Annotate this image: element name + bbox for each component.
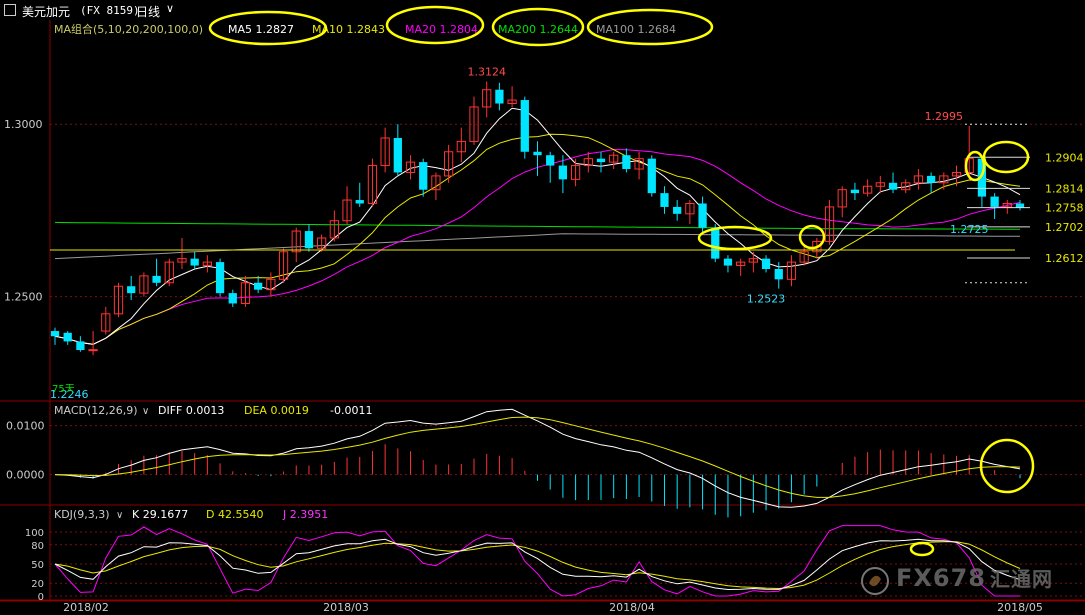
candle-body-down — [660, 193, 669, 207]
macd-dea-value: DEA 0.0019 — [244, 404, 309, 417]
candle-body-down — [926, 175, 936, 183]
macd-chevron-down-icon: ∨ — [142, 406, 149, 417]
macd-tick-label: 0.0100 — [6, 420, 45, 433]
candle-body-down — [990, 196, 999, 207]
kdj-tick-label: 100 — [25, 528, 44, 539]
kdj-tick-label: 80 — [31, 541, 44, 552]
candle-body-down — [419, 162, 428, 190]
candle-body-down — [63, 332, 72, 342]
recent-low-label: 1.2725 — [950, 223, 989, 236]
macd-dea-line — [54, 416, 1021, 498]
candle-body-down — [596, 158, 606, 163]
watermark-logo-icon — [861, 567, 889, 595]
candle-body-down — [1015, 203, 1025, 208]
candle-body-down — [673, 206, 682, 214]
candle-body-down — [152, 275, 161, 283]
ma100-line — [54, 233, 1021, 260]
candle-body-down — [190, 258, 199, 266]
ma-legend-item: MA20 1.2804 — [405, 23, 478, 36]
ma-legend-item: MA200 1.2644 — [498, 23, 578, 36]
candle-body-up — [88, 349, 98, 352]
chart-stage[interactable]: 美元加元 (FX 8159) 日线 ∨ 1.3000 1.2500 1.2904 1.… — [0, 0, 1085, 615]
kdj-tick-label: 50 — [31, 560, 44, 571]
candle-body-down — [558, 165, 568, 180]
ma-legend-item: MA100 1.2684 — [596, 23, 676, 36]
kdj-k-value: K 29.1677 — [132, 508, 188, 521]
level-label: 1.2702 — [1045, 221, 1084, 234]
candle-body-down — [711, 227, 720, 259]
ma-legend-item: MA5 1.2827 — [228, 23, 294, 36]
candle-body-down — [774, 268, 783, 280]
level-label: 1.2612 — [1045, 252, 1084, 265]
candle-body-down — [520, 100, 529, 152]
kdj-label: KDJ(9,3,3) — [54, 508, 110, 521]
kdj-tick-label: 0 — [38, 592, 44, 603]
candle-body-down — [76, 341, 85, 351]
candle-body-down — [50, 331, 60, 337]
candle-body-down — [647, 158, 656, 194]
kdj-j-value: J 2.3951 — [282, 508, 328, 521]
x-date-label: 2018/04 — [609, 601, 655, 614]
kdj-d-value: D 42.5540 — [206, 508, 263, 521]
ma20-line — [54, 148, 1021, 345]
x-date-label: 2018/03 — [323, 601, 369, 614]
peak-price-label: 1.2995 — [925, 110, 964, 123]
low-price-label: 1.2523 — [747, 293, 786, 306]
candle-body-down — [215, 262, 225, 294]
candle-body-down — [888, 182, 898, 190]
level-label: 1.2904 — [1045, 151, 1084, 164]
kdj-tick-label: 20 — [31, 579, 44, 590]
candle-body-down — [850, 189, 860, 194]
macd-diff-value: DIFF 0.0013 — [158, 404, 224, 417]
price-tick-label: 1.2500 — [4, 291, 43, 304]
annotation-ellipse — [798, 224, 826, 250]
candle-body-down — [546, 155, 555, 166]
candle-body-down — [254, 282, 263, 290]
candle-body-down — [304, 231, 314, 249]
candle-body-down — [533, 151, 542, 156]
level-label: 1.2758 — [1045, 202, 1084, 215]
kdj-chevron-down-icon: ∨ — [116, 510, 123, 521]
ma-legend-label: MA组合(5,10,20,200,100,0) — [54, 22, 203, 36]
days-label: 75天 — [52, 384, 75, 395]
candle-body-down — [355, 200, 364, 204]
high-price-label: 1.3124 — [467, 65, 506, 78]
candlestick-chart[interactable]: 1.3000 1.2500 1.2904 1.2814 1.2758 1.2702 1.26… — [0, 0, 1085, 615]
candle-body-down — [228, 293, 237, 304]
macd-tick-label: 0.0000 — [6, 469, 45, 482]
x-date-label: 2018/02 — [63, 601, 109, 614]
annotation-ellipse — [979, 438, 1035, 494]
x-date-label: 2018/05 — [997, 601, 1043, 614]
candle-body-down — [495, 89, 504, 104]
candle-body-down — [723, 258, 733, 266]
candle-body-down — [761, 258, 771, 269]
macd-label: MACD(12,26,9) — [54, 404, 138, 417]
candle-body-down — [127, 286, 136, 294]
price-tick-label: 1.3000 — [4, 118, 43, 131]
macd-hist-value: -0.0011 — [330, 404, 372, 417]
candle-body-down — [622, 155, 631, 170]
candle-body-down — [698, 203, 707, 228]
watermark-text: FX678 汇通网 — [896, 564, 1053, 592]
candle-body-down — [393, 137, 402, 173]
level-label: 1.2814 — [1045, 182, 1084, 195]
annotation-ellipse — [697, 225, 773, 251]
